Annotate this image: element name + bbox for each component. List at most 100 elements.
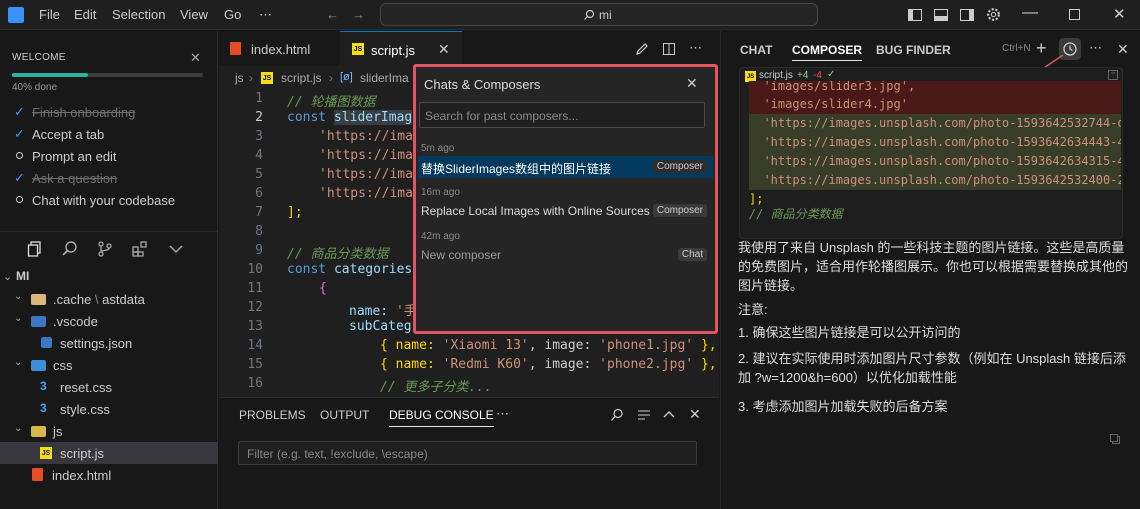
diff-line: 'https://images.unsplash.com/photo-15936… (749, 171, 1121, 190)
tab-index-html[interactable]: index.html (219, 31, 339, 66)
tree-item-css[interactable]: css (53, 358, 73, 373)
tree-item-selected-bg (0, 442, 218, 464)
note-item-1: 1. 确保这些图片链接是可以公开访问的 (738, 325, 961, 340)
diff-removed: -4 (813, 70, 822, 81)
menu-more[interactable]: ⋯ (259, 7, 272, 23)
tab-label: index.html (251, 42, 311, 57)
tree-item-index-html[interactable]: index.html (52, 468, 111, 483)
explorer-root[interactable]: MI (16, 269, 29, 283)
forward-arrow-icon[interactable]: → (352, 7, 365, 22)
panel-tab-debug-console[interactable]: DEBUG CONSOLE (389, 408, 494, 427)
composer-badge: Composer (652, 160, 707, 173)
search-icon (584, 9, 595, 20)
toggle-sidebar-icon[interactable] (907, 7, 923, 23)
tab-label: script.js (371, 43, 416, 58)
tree-item-js[interactable]: js (53, 424, 62, 439)
folder-icon (31, 294, 46, 305)
minimize-icon[interactable]: — (1022, 4, 1038, 22)
tab-chat[interactable]: CHAT (740, 43, 772, 57)
close-popup-icon[interactable]: ✕ (686, 75, 698, 92)
breadcrumb-script-js[interactable]: script.js (281, 71, 322, 85)
tree-item-reset-css[interactable]: reset.css (60, 380, 112, 395)
split-editor-icon[interactable] (662, 42, 676, 56)
close-welcome-icon[interactable]: ✕ (190, 50, 201, 66)
command-center-search[interactable]: mi (380, 3, 818, 26)
tab-composer[interactable]: COMPOSER (792, 43, 863, 61)
open-file-icon[interactable] (1107, 69, 1119, 81)
filter-placeholder: Filter (e.g. text, !exclude, \escape) (247, 447, 428, 461)
task-ask-question[interactable]: Ask a question (32, 171, 117, 186)
console-filter-input[interactable]: Filter (e.g. text, !exclude, \escape) (238, 441, 697, 465)
panel-tab-output[interactable]: OUTPUT (320, 408, 369, 422)
note-heading: 注意: (738, 302, 768, 317)
clear-console-icon[interactable] (637, 408, 651, 422)
menu-selection[interactable]: Selection (112, 7, 165, 22)
close-window-icon[interactable]: ✕ (1113, 5, 1126, 23)
diff-accepted-check: ✓ (827, 69, 836, 80)
progress-text: 40% done (12, 82, 58, 93)
settings-file-icon (41, 337, 52, 348)
search-icon[interactable] (61, 240, 79, 258)
js-file-icon: JS (40, 447, 52, 459)
explorer-icon[interactable] (26, 240, 44, 258)
chat-badge: Chat (677, 248, 707, 261)
tree-item-cache[interactable]: .cache \ astdata (53, 292, 145, 307)
tab-script-js[interactable]: JS script.js ✕ (340, 31, 462, 66)
js-file-icon: JS (352, 43, 364, 55)
composer-item[interactable]: 替换SliderImages数组中的图片链接 Composer (418, 156, 713, 178)
task-chat-codebase[interactable]: Chat with your codebase (32, 193, 175, 208)
gear-icon[interactable] (985, 6, 1002, 23)
diff-line: // 商品分类数据 (749, 207, 843, 221)
chevron-down-icon[interactable] (168, 242, 184, 256)
tree-item-script-js[interactable]: script.js (60, 446, 104, 461)
chevron-down-icon[interactable]: ⌄ (3, 270, 12, 283)
source-control-icon[interactable] (96, 240, 114, 258)
composer-item[interactable]: New composer Chat (418, 244, 713, 266)
tree-item-vscode[interactable]: .vscode (53, 314, 98, 329)
menu-edit[interactable]: Edit (74, 7, 96, 22)
toggle-secondary-sidebar-icon[interactable] (959, 7, 975, 23)
composer-item[interactable]: Replace Local Images with Online Sources… (418, 200, 713, 222)
popup-search-input[interactable]: Search for past composers... (419, 102, 705, 128)
chevron-down-icon: ⌄ (14, 423, 23, 434)
maximize-icon[interactable] (1069, 9, 1080, 20)
panel: PROBLEMS OUTPUT DEBUG CONSOLE ⋯ ✕ Filter… (219, 397, 719, 509)
task-finish-onboarding[interactable]: Finish onboarding (32, 105, 135, 120)
more-actions-icon[interactable]: ⋯ (689, 40, 702, 56)
title-bar: File Edit Selection View Go ⋯ ← → mi — ✕ (0, 0, 1140, 30)
tree-item-settings-json[interactable]: settings.json (60, 336, 132, 351)
tree-item-style-css[interactable]: style.css (60, 402, 110, 417)
back-arrow-icon[interactable]: ← (326, 7, 339, 22)
more-actions-icon[interactable]: ⋯ (496, 406, 509, 422)
task-accept-tab[interactable]: Accept a tab (32, 127, 104, 142)
copy-icon[interactable] (1109, 433, 1121, 445)
note-item-3: 3. 考虑添加图片加载失败的后备方案 (738, 399, 948, 414)
diff-file-name: script.js (759, 70, 793, 81)
breadcrumb-symbol[interactable]: sliderIma (360, 71, 409, 85)
panel-tab-problems[interactable]: PROBLEMS (239, 408, 306, 422)
toggle-panel-icon[interactable] (933, 7, 949, 23)
breadcrumb-js[interactable]: js (235, 71, 244, 85)
composer-badge: Composer (652, 204, 707, 217)
html-file-icon (230, 42, 241, 55)
composer-item-title: New composer (421, 248, 502, 262)
search-icon[interactable] (610, 408, 624, 422)
menu-go[interactable]: Go (224, 7, 241, 22)
close-tab-icon[interactable]: ✕ (438, 41, 450, 58)
close-panel-icon[interactable]: ✕ (689, 406, 701, 423)
css-file-icon: 3 (40, 401, 47, 415)
diff-line: 'https://images.unsplash.com/photo-15936… (749, 152, 1121, 171)
tab-bug-finder[interactable]: BUG FINDER (876, 43, 951, 57)
menu-view[interactable]: View (180, 7, 208, 22)
diff-line: 'https://images.unsplash.com/photo-15936… (749, 114, 1121, 133)
more-actions-icon[interactable]: ⋯ (1089, 40, 1102, 56)
circle-icon (16, 196, 23, 203)
edit-pencil-icon[interactable] (635, 42, 649, 56)
extensions-icon[interactable] (131, 240, 149, 258)
task-prompt-edit[interactable]: Prompt an edit (32, 149, 117, 164)
chevron-up-icon[interactable] (663, 409, 675, 419)
menu-file[interactable]: File (39, 7, 60, 22)
html-file-icon (32, 468, 43, 481)
css-folder-icon (31, 360, 46, 371)
close-pane-icon[interactable]: ✕ (1117, 41, 1129, 58)
